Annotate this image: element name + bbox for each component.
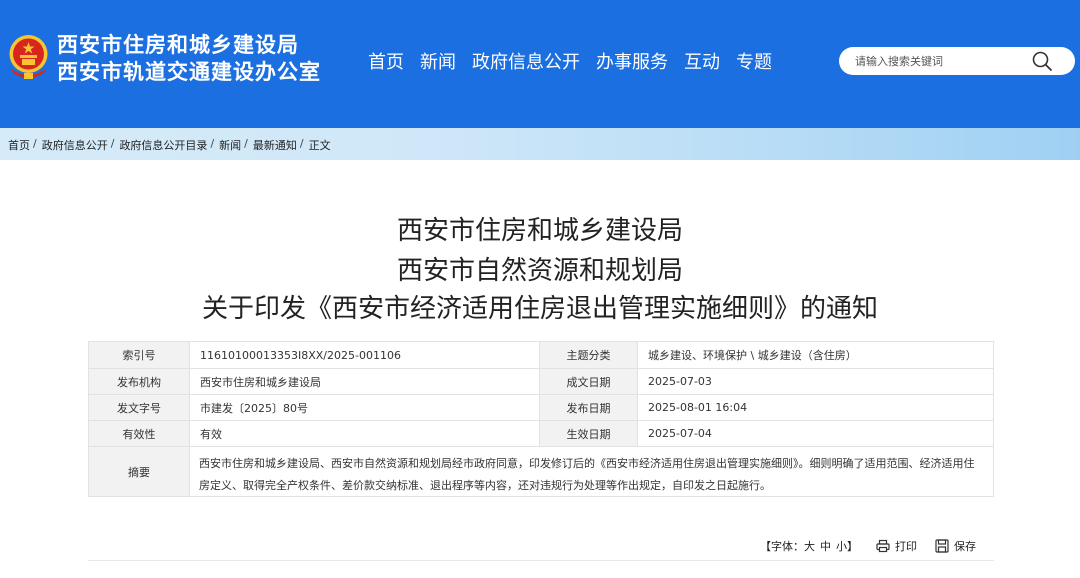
table-row: 发文字号 市建发〔2025〕80号 发布日期 2025-08-01 16:04 <box>89 394 993 420</box>
table-row: 发布机构 西安市住房和城乡建设局 成文日期 2025-07-03 <box>89 368 993 394</box>
nav-gov-info[interactable]: 政府信息公开 <box>472 51 580 75</box>
save-button[interactable]: 保存 <box>935 538 976 554</box>
breadcrumb-separator: / <box>210 137 215 150</box>
breadcrumb-news[interactable]: 新闻 <box>219 137 241 153</box>
search-icon[interactable] <box>1031 50 1053 72</box>
publisher-value: 西安市住房和城乡建设局 <box>189 369 539 394</box>
save-icon <box>935 539 949 553</box>
nav-services[interactable]: 办事服务 <box>596 51 668 75</box>
effective-date-label: 生效日期 <box>539 421 637 446</box>
breadcrumb-separator: / <box>110 137 115 150</box>
published-date-label: 发布日期 <box>539 395 637 420</box>
published-date-value: 2025-08-01 16:04 <box>637 395 993 420</box>
breadcrumb-current: 正文 <box>308 139 331 152</box>
topic-label: 主题分类 <box>539 342 637 368</box>
breadcrumb-gov-info-catalog[interactable]: 政府信息公开目录 <box>119 137 207 153</box>
org-name-primary[interactable]: 西安市住房和城乡建设局 <box>57 32 299 58</box>
abstract-value: 西安市住房和城乡建设局、西安市自然资源和规划局经市政府同意，印发修订后的《西安市… <box>189 447 993 496</box>
breadcrumb: 首页 / 政府信息公开 / 政府信息公开目录 / 新闻 / 最新通知 / 正文 <box>8 137 331 153</box>
breadcrumb-home[interactable]: 首页 <box>8 137 30 153</box>
doc-no-value: 市建发〔2025〕80号 <box>189 395 539 420</box>
table-row: 索引号 11610100013353I8XX/2025-001106 主题分类 … <box>89 342 993 368</box>
font-size-control: 【字体： 大 中 小 】 <box>760 538 858 554</box>
abstract-label: 摘要 <box>89 447 189 496</box>
breadcrumb-latest-notices[interactable]: 最新通知 <box>253 137 297 153</box>
nav-home[interactable]: 首页 <box>368 51 404 75</box>
font-size-small[interactable]: 小 <box>836 538 847 554</box>
search-input[interactable] <box>855 51 1035 71</box>
font-size-suffix: 】 <box>847 540 858 553</box>
printer-icon <box>876 539 890 553</box>
font-size-prefix: 【字体： <box>760 540 804 553</box>
divider <box>88 560 994 561</box>
validity-value: 有效 <box>189 421 539 446</box>
print-label: 打印 <box>895 540 917 553</box>
nav-interaction[interactable]: 互动 <box>684 51 720 75</box>
article-title-line-2: 西安市自然资源和规划局 <box>396 256 683 286</box>
metadata-table: 索引号 11610100013353I8XX/2025-001106 主题分类 … <box>88 341 994 497</box>
print-button[interactable]: 打印 <box>876 538 917 554</box>
created-date-value: 2025-07-03 <box>637 369 993 394</box>
index-no-label: 索引号 <box>89 342 189 368</box>
publisher-label: 发布机构 <box>89 369 189 394</box>
org-name-secondary[interactable]: 西安市轨道交通建设办公室 <box>57 59 321 85</box>
article-title-line-1: 西安市住房和城乡建设局 <box>396 216 683 246</box>
national-emblem-icon[interactable] <box>7 33 50 80</box>
nav-news[interactable]: 新闻 <box>420 51 456 75</box>
topic-value: 城乡建设、环境保护 \ 城乡建设（含住房） <box>637 342 993 368</box>
breadcrumb-separator: / <box>33 137 37 150</box>
font-size-medium[interactable]: 中 <box>820 538 831 554</box>
breadcrumb-gov-info[interactable]: 政府信息公开 <box>42 137 108 153</box>
nav-topics[interactable]: 专题 <box>736 51 772 75</box>
validity-label: 有效性 <box>89 421 189 446</box>
main-nav: 首页 新闻 政府信息公开 办事服务 互动 专题 <box>368 51 788 75</box>
article-tools: 【字体： 大 中 小 】 打印 保存 <box>760 538 976 554</box>
article-title-line-3: 关于印发《西安市经济适用住房退出管理实施细则》的通知 <box>201 294 878 324</box>
doc-no-label: 发文字号 <box>89 395 189 420</box>
created-date-label: 成文日期 <box>539 369 637 394</box>
font-size-large[interactable]: 大 <box>804 538 815 554</box>
breadcrumb-separator: / <box>244 137 248 150</box>
save-label: 保存 <box>954 540 976 553</box>
table-row: 摘要 西安市住房和城乡建设局、西安市自然资源和规划局经市政府同意，印发修订后的《… <box>89 446 993 496</box>
breadcrumb-separator: / <box>299 137 304 150</box>
table-row: 有效性 有效 生效日期 2025-07-04 <box>89 420 993 446</box>
effective-date-value: 2025-07-04 <box>637 421 993 446</box>
index-no-value: 11610100013353I8XX/2025-001106 <box>189 342 539 368</box>
